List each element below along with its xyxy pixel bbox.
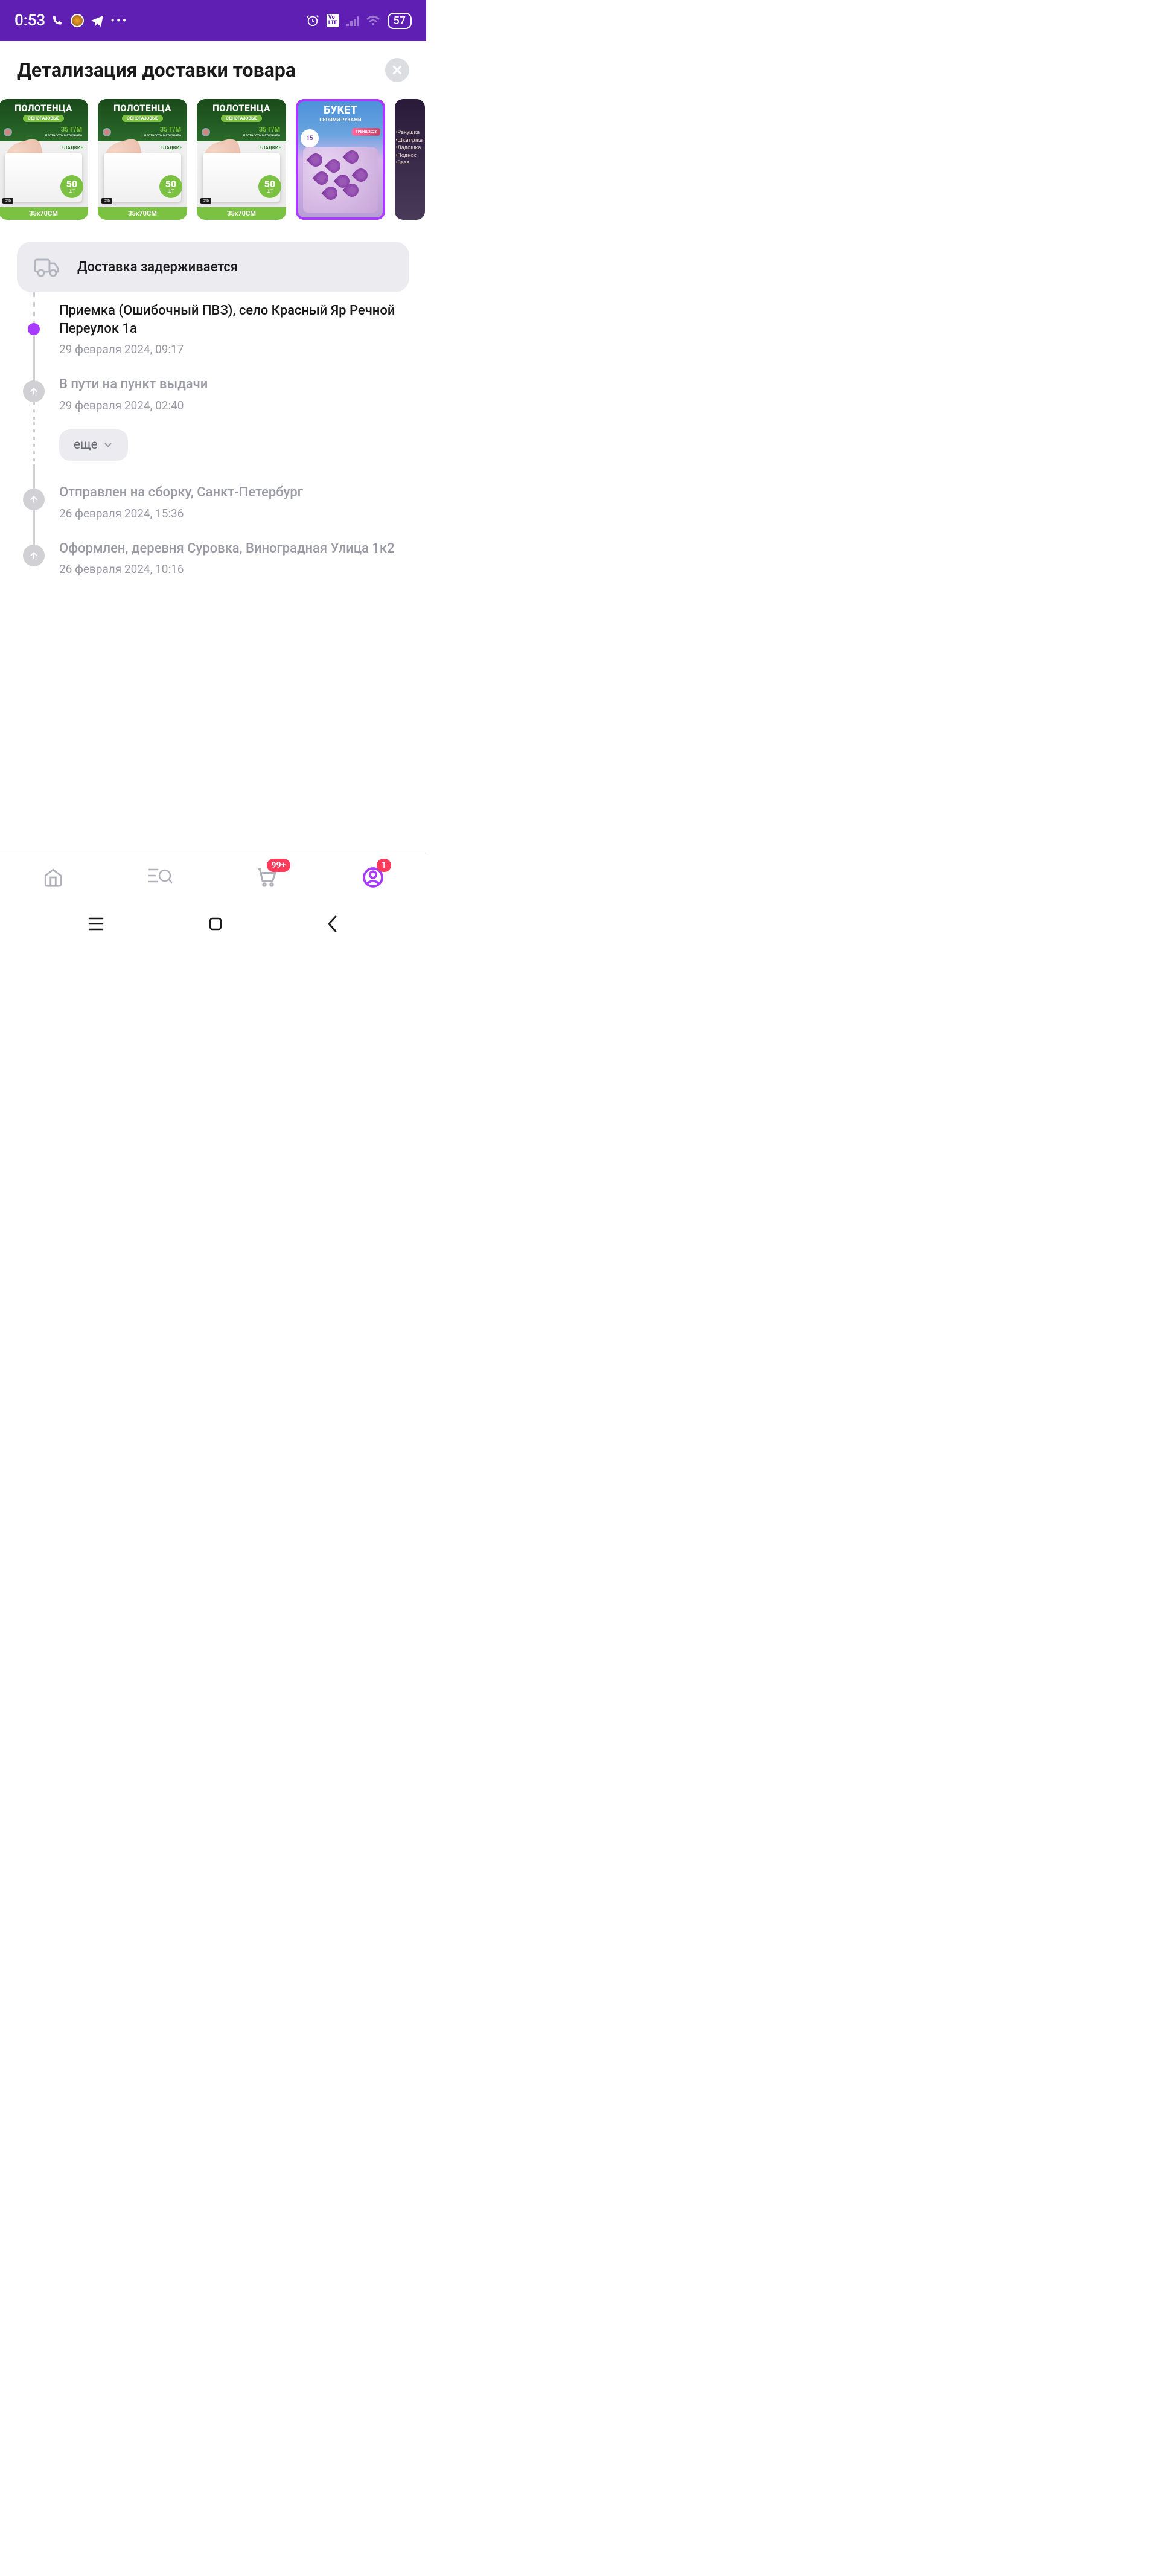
product-sublabel: СВОИМИ РУКАМИ xyxy=(296,117,385,123)
product-weight-sub: плотность материала xyxy=(45,134,82,138)
product-smooth: ГЛАДКИЕ xyxy=(62,145,83,150)
nav-search[interactable] xyxy=(136,862,184,892)
home-icon xyxy=(43,867,63,888)
nav-profile[interactable]: 1 xyxy=(349,862,397,892)
product-thumbnail[interactable]: ПОЛОТЕНЦА ОДНОРАЗОВЫЕ 35 Г/М плотность м… xyxy=(197,99,286,220)
more-button-label: еще xyxy=(74,438,98,452)
timeline-step-date: 26 февраля 2024, 10:16 xyxy=(59,562,409,576)
expand-more-button[interactable]: еще xyxy=(59,429,128,461)
product-thumbnails[interactable]: ПОЛОТЕНЦА ОДНОРАЗОВЫЕ 35 Г/М плотность м… xyxy=(0,89,426,229)
search-list-icon xyxy=(148,867,172,888)
square-icon[interactable] xyxy=(208,917,223,931)
delivery-status-banner: Доставка задерживается xyxy=(17,242,409,292)
truck-icon xyxy=(34,256,60,278)
timeline-step-title: Оформлен, деревня Суровка, Виноградная У… xyxy=(59,540,409,558)
avatar-icon xyxy=(71,14,84,27)
android-navigation xyxy=(0,901,426,947)
timeline-step-title: В пути на пункт выдачи xyxy=(59,376,409,394)
main-sheet: Детализация доставки товара ПОЛОТЕНЦА ОД… xyxy=(0,41,426,901)
nav-home[interactable] xyxy=(29,862,77,892)
profile-badge: 1 xyxy=(377,859,391,872)
timeline-current-dot-icon xyxy=(28,323,40,335)
cart-badge: 99+ xyxy=(267,859,291,872)
arrow-up-icon xyxy=(29,495,39,504)
chevron-down-icon xyxy=(103,440,113,450)
product-label: •Ракушка •Шкатулка •Ладошка •Поднос •Ваз… xyxy=(395,129,423,167)
arrow-up-icon xyxy=(29,551,39,560)
bottom-navigation: 99+ 1 xyxy=(0,853,426,901)
close-icon xyxy=(391,63,404,77)
timeline-step-title: Отправлен на сборку, Санкт-Петербург xyxy=(59,484,409,502)
product-label: БУКЕТ xyxy=(296,104,385,117)
brand-logo-icon xyxy=(4,128,12,136)
product-label: ПОЛОТЕНЦА xyxy=(0,103,88,114)
product-thumbnail[interactable]: ПОЛОТЕНЦА ОДНОРАЗОВЫЕ 35 Г/М плотность м… xyxy=(0,99,88,220)
signal-icon xyxy=(346,15,359,26)
timeline-step-date: 29 февраля 2024, 02:40 xyxy=(59,399,409,412)
telegram-icon xyxy=(90,13,104,28)
product-weight: 35 Г/М xyxy=(61,126,82,133)
menu-icon[interactable] xyxy=(88,917,104,931)
more-icon: ••• xyxy=(110,13,128,28)
timeline-step-date: 26 февраля 2024, 15:36 xyxy=(59,507,409,521)
product-thumbnail[interactable]: •Ракушка •Шкатулка •Ладошка •Поднос •Ваз… xyxy=(395,99,425,220)
trend-badge: ТРЕНД 2023 xyxy=(352,128,380,136)
flowers-illustration xyxy=(303,147,378,213)
phone-icon xyxy=(51,14,65,27)
brand-tag: СПБ xyxy=(2,198,13,204)
timeline-past-dot-icon xyxy=(23,545,45,566)
status-time: 0:53 xyxy=(14,11,45,30)
product-size: 35х70СМ xyxy=(0,207,88,220)
nav-cart[interactable]: 99+ xyxy=(242,862,290,892)
delivery-status-text: Доставка задерживается xyxy=(77,260,238,275)
product-thumbnail[interactable]: ПОЛОТЕНЦА ОДНОРАЗОВЫЕ 35 Г/М плотность м… xyxy=(98,99,187,220)
alarm-icon xyxy=(306,14,319,27)
product-thumbnail-selected[interactable]: БУКЕТ СВОИМИ РУКАМИ 15 ТРЕНД 2023 xyxy=(296,99,385,220)
status-bar: 0:53 ••• VoLTE 57 xyxy=(0,0,426,41)
close-button[interactable] xyxy=(385,58,409,82)
count-badge: 50 ШТ xyxy=(60,175,83,198)
timeline-past-dot-icon xyxy=(23,489,45,510)
delivery-timeline: Приемка (Ошибочный ПВЗ), село Красный Яр… xyxy=(17,292,409,586)
timeline-step-title: Приемка (Ошибочный ПВЗ), село Красный Яр… xyxy=(59,302,409,338)
count-badge: 15 xyxy=(301,129,319,147)
timeline-step-date: 29 февраля 2024, 09:17 xyxy=(59,342,409,356)
product-sublabel: ОДНОРАЗОВЫЕ xyxy=(23,115,64,122)
arrow-up-icon xyxy=(29,386,39,396)
back-icon[interactable] xyxy=(327,915,338,932)
volte-icon: VoLTE xyxy=(327,14,339,27)
page-title: Детализация доставки товара xyxy=(17,59,296,82)
timeline-past-dot-icon xyxy=(23,380,45,402)
wifi-icon xyxy=(366,14,380,27)
battery-indicator: 57 xyxy=(388,13,412,29)
